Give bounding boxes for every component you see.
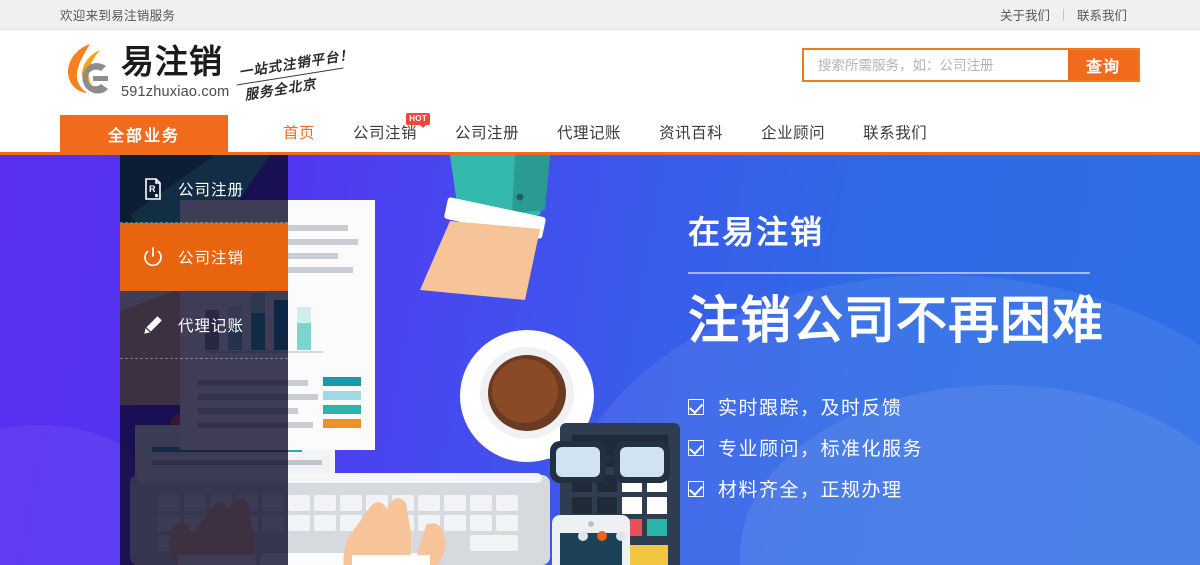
search-input[interactable] [804,50,1068,80]
hero-bullet-list: 实时跟踪，及时反馈 专业顾问，标准化服务 材料齐全，正规办理 [688,393,1118,502]
side-menu-item-label: 代理记账 [178,317,245,335]
side-menu-item-label: 公司注销 [178,249,245,267]
hero-bullet-text: 专业顾问，标准化服务 [718,439,924,461]
check-box-icon [688,480,704,497]
nav-item-label: 联系我们 [863,125,928,142]
nav-item-company-deregistration[interactable]: 公司注销 HOT [334,113,436,152]
nav-all-business[interactable]: 全部业务 [60,115,228,152]
nav-item-label: 首页 [283,125,316,142]
registration-document-icon: R [140,176,166,202]
logo-name: 易注销 [121,42,223,81]
side-menu-item-bookkeeping[interactable]: 代理记账 [120,291,288,359]
hero-bullet: 材料齐全，正规办理 [688,475,1118,502]
main-nav: 全部业务 首页 公司注销 HOT 公司注册 代理记账 资讯百科 企业顾问 联系我… [0,113,1200,155]
check-box-icon [688,398,704,415]
nav-item-label: 公司注册 [455,125,520,142]
hero-bullet-text: 实时跟踪，及时反馈 [718,398,903,420]
hero-divider [688,272,1090,275]
carousel-dot-2[interactable] [597,531,607,541]
topbar-link-about[interactable]: 关于我们 [987,5,1063,24]
hot-badge: HOT [406,113,431,128]
svg-text:R: R [149,184,156,194]
nav-item-label: 代理记账 [557,125,622,142]
nav-item-label: 资讯百科 [659,125,724,142]
hero-bullet-text: 材料齐全，正规办理 [718,480,903,502]
nav-item-consultant[interactable]: 企业顾问 [742,115,844,152]
logo[interactable]: 易注销 591zhuxiao.com [60,40,229,100]
side-menu-item-company-registration[interactable]: R 公司注册 [120,155,288,223]
flame-swoosh-icon [60,40,115,100]
nav-item-bookkeeping[interactable]: 代理记账 [538,115,640,152]
nav-item-home[interactable]: 首页 [264,115,334,152]
welcome-text: 欢迎来到易注销服务 [60,9,176,23]
side-menu-item-label: 公司注册 [178,181,245,199]
nav-item-knowledge[interactable]: 资讯百科 [640,115,742,152]
hero-side-menu: R 公司注册 公司注销 代理记账 [120,155,288,565]
carousel-dot-1[interactable] [578,531,588,541]
nav-items: 首页 公司注销 HOT 公司注册 代理记账 资讯百科 企业顾问 联系我们 [264,113,946,152]
search-submit-button[interactable]: 查询 [1068,50,1138,80]
nav-item-label: 公司注销 [353,125,418,142]
top-utility-bar: 欢迎来到易注销服务 关于我们 联系我们 [0,0,1200,30]
site-header: 易注销 591zhuxiao.com 一站式注销平台！ 服务全北京 查询 [0,30,1200,115]
pencil-icon [140,312,166,338]
hero-bullet: 专业顾问，标准化服务 [688,434,1118,461]
slogan: 一站式注销平台！ 服务全北京 [236,46,358,104]
side-menu-item-company-deregistration[interactable]: 公司注销 [120,223,288,291]
hero-title: 注销公司不再困难 [688,292,1105,350]
check-box-icon [688,439,704,456]
search-box: 查询 [802,48,1140,82]
page-root: 欢迎来到易注销服务 关于我们 联系我们 易注销 591zhuxiao.com 一… [0,0,1200,565]
power-off-icon [140,244,166,270]
side-menu-filler [120,359,288,565]
nav-item-contact[interactable]: 联系我们 [844,115,946,152]
hero-banner: R 公司注册 公司注销 代理记账 在易注销 注销公司不再困难 实时跟踪，及时反馈… [0,155,1200,565]
topbar-links: 关于我们 联系我们 [987,5,1140,24]
nav-item-label: 企业顾问 [761,125,826,142]
hero-bullet: 实时跟踪，及时反馈 [688,393,1118,420]
carousel-dots [578,531,626,541]
logo-domain: 591zhuxiao.com [121,84,230,100]
hero-copy: 在易注销 注销公司不再困难 实时跟踪，及时反馈 专业顾问，标准化服务 材料齐全，… [688,214,1118,516]
topbar-link-contact[interactable]: 联系我们 [1064,5,1140,24]
carousel-dot-3[interactable] [616,531,626,541]
hero-subtitle: 在易注销 [688,214,825,250]
nav-item-company-registration[interactable]: 公司注册 [436,115,538,152]
